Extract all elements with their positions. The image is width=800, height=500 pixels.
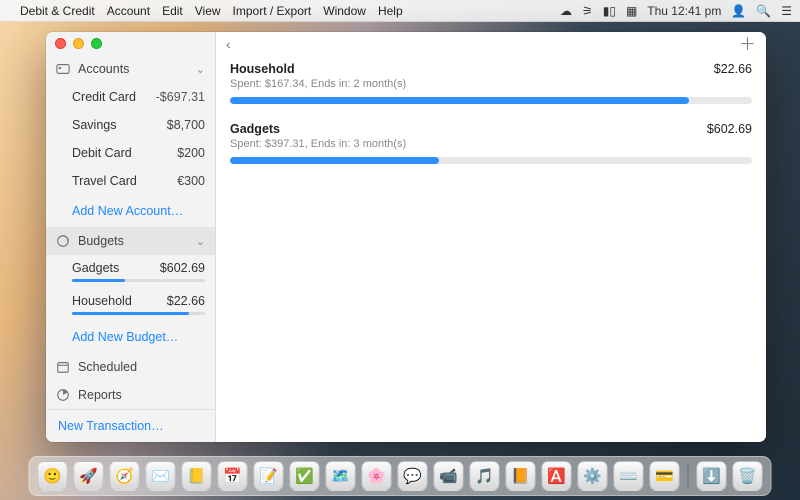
user-icon[interactable]: 👤 [731,4,746,18]
account-balance: -$697.31 [156,90,205,104]
budget-remaining: $22.66 [714,62,752,76]
dock-app-appstore[interactable]: 🅰️ [542,461,572,491]
dock-app-preferences[interactable]: ⚙️ [578,461,608,491]
budget-progress-bar [72,312,205,315]
add-new-budget-link[interactable]: Add New Budget… [46,321,215,353]
sidebar-account-row[interactable]: Savings $8,700 [46,111,215,139]
dock-app-photos[interactable]: 🌸 [362,461,392,491]
sidebar-section-accounts-label: Accounts [78,62,129,76]
dock: 🙂 🚀 🧭 ✉️ 📒 📅 📝 ✅ 🗺️ 🌸 💬 📹 🎵 📙 🅰️ ⚙️ ⌨️ 💳… [29,456,772,496]
budget-detail-block[interactable]: Gadgets $602.69 Spent: $397.31, Ends in:… [230,122,752,164]
dock-app-ibooks[interactable]: 📙 [506,461,536,491]
budget-detail-block[interactable]: Household $22.66 Spent: $167.34, Ends in… [230,62,752,104]
account-name: Travel Card [72,174,137,188]
dock-app-terminal[interactable]: ⌨️ [614,461,644,491]
menubar-item-view[interactable]: View [195,4,221,18]
sidebar-section-scheduled[interactable]: Scheduled [46,353,215,381]
sidebar-budget-row[interactable]: Gadgets $602.69 [46,255,215,288]
chevron-down-icon: ⌄ [196,63,205,76]
sidebar-section-scheduled-label: Scheduled [78,360,137,374]
menubar-item-import-export[interactable]: Import / Export [233,4,312,18]
dock-app-debit-credit[interactable]: 💳 [650,461,680,491]
sidebar-account-row[interactable]: Travel Card €300 [46,167,215,195]
dock-app-messages[interactable]: 💬 [398,461,428,491]
menubar: Debit & Credit Account Edit View Import … [0,0,800,22]
pie-chart-icon [56,388,70,402]
account-name: Savings [72,118,116,132]
account-balance: €300 [177,174,205,188]
menubar-item-help[interactable]: Help [378,4,403,18]
window-minimize-button[interactable] [73,38,84,49]
window-zoom-button[interactable] [91,38,102,49]
budget-name: Household [72,294,132,308]
window-close-button[interactable] [55,38,66,49]
dock-app-facetime[interactable]: 📹 [434,461,464,491]
flag-icon[interactable]: ▦ [626,4,637,18]
menubar-clock[interactable]: Thu 12:41 pm [647,4,721,18]
sidebar-account-row[interactable]: Debit Card $200 [46,139,215,167]
calendar-icon [56,360,70,374]
budget-subtitle: Spent: $167.34, Ends in: 2 month(s) [230,78,752,90]
menubar-item-account[interactable]: Account [107,4,150,18]
budget-progress-bar [230,97,752,104]
account-balance: $200 [177,146,205,160]
titlebar [46,32,215,55]
chevron-down-icon: ⌄ [196,235,205,248]
budget-title: Household [230,62,295,76]
sidebar-section-budgets-label: Budgets [78,234,124,248]
sidebar-section-reports-label: Reports [78,388,122,402]
add-new-account-link[interactable]: Add New Account… [46,195,215,227]
budget-remaining: $602.69 [160,261,205,275]
budget-subtitle: Spent: $397.31, Ends in: 3 month(s) [230,138,752,150]
dock-downloads[interactable]: ⬇️ [697,461,727,491]
content-toolbar: ‹ ＋ [216,32,766,56]
budget-icon [56,234,70,248]
dock-app-finder[interactable]: 🙂 [38,461,68,491]
sidebar: Accounts ⌄ Credit Card -$697.31 Savings … [46,32,216,442]
account-balance: $8,700 [167,118,205,132]
app-window: Accounts ⌄ Credit Card -$697.31 Savings … [46,32,766,442]
add-button[interactable]: ＋ [739,36,756,53]
dock-app-reminders[interactable]: ✅ [290,461,320,491]
account-name: Debit Card [72,146,132,160]
new-transaction-link[interactable]: New Transaction… [46,410,215,442]
sidebar-section-reports[interactable]: Reports [46,381,215,409]
dock-trash[interactable]: 🗑️ [733,461,763,491]
dock-app-maps[interactable]: 🗺️ [326,461,356,491]
budget-progress-bar [72,279,205,282]
wallet-icon [56,62,70,76]
budget-progress-bar [230,157,752,164]
menubar-app-name[interactable]: Debit & Credit [20,4,95,18]
dock-app-safari[interactable]: 🧭 [110,461,140,491]
dock-separator [688,464,689,488]
wifi-icon[interactable]: ⚞ [582,4,593,18]
dock-app-calendar[interactable]: 📅 [218,461,248,491]
menubar-item-window[interactable]: Window [323,4,366,18]
budget-remaining: $22.66 [167,294,205,308]
sidebar-budget-row[interactable]: Household $22.66 [46,288,215,321]
cloud-status-icon[interactable]: ☁︎ [560,4,572,18]
sidebar-section-budgets[interactable]: Budgets ⌄ [46,227,215,255]
dock-app-contacts[interactable]: 📒 [182,461,212,491]
budget-name: Gadgets [72,261,119,275]
battery-icon[interactable]: ▮▯ [603,4,616,18]
back-button[interactable]: ‹ [226,36,231,52]
spotlight-icon[interactable]: 🔍 [756,4,771,18]
budget-title: Gadgets [230,122,280,136]
dock-app-notes[interactable]: 📝 [254,461,284,491]
dock-app-launchpad[interactable]: 🚀 [74,461,104,491]
notification-center-icon[interactable]: ☰ [781,4,792,18]
dock-app-mail[interactable]: ✉️ [146,461,176,491]
content-pane: ‹ ＋ Household $22.66 Spent: $167.34, End… [216,32,766,442]
account-name: Credit Card [72,90,136,104]
menubar-item-edit[interactable]: Edit [162,4,183,18]
dock-app-itunes[interactable]: 🎵 [470,461,500,491]
sidebar-account-row[interactable]: Credit Card -$697.31 [46,83,215,111]
sidebar-section-accounts[interactable]: Accounts ⌄ [46,55,215,83]
budget-remaining: $602.69 [707,122,752,136]
